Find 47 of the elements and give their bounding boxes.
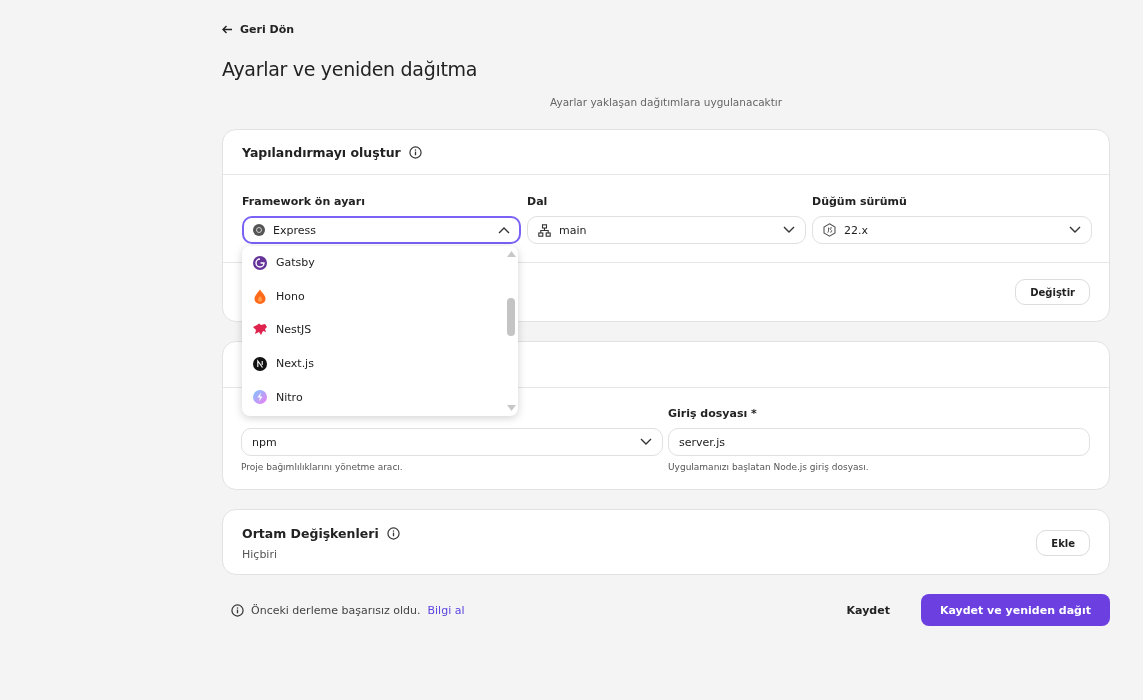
gatsby-logo-icon: [253, 255, 267, 270]
field-label: Düğüm sürümü: [812, 195, 908, 209]
field-label: Giriş dosyası *: [668, 407, 758, 421]
add-button[interactable]: Ekle: [1036, 530, 1090, 556]
change-button[interactable]: Değiştir: [1015, 279, 1090, 305]
save-deploy-button[interactable]: Kaydet ve yeniden dağıt: [920, 594, 1110, 626]
arrow-left-icon: [222, 25, 233, 34]
chevron-down-icon: [640, 438, 652, 446]
dropdown-option[interactable]: Next.js: [242, 346, 502, 381]
input-field[interactable]: server.js: [668, 428, 1090, 456]
cat-logo-icon: [252, 323, 268, 337]
status-message: Önceki derleme başarısız oldu.: [251, 603, 421, 617]
empty-value: Hiçbiri: [242, 547, 278, 561]
learn-more-link[interactable]: Bilgi al: [427, 603, 465, 617]
scroll-down-icon[interactable]: [507, 405, 516, 411]
dropdown-option[interactable]: Gatsby: [242, 246, 502, 280]
flame-icon: [254, 288, 266, 304]
scrollbar-thumb[interactable]: [507, 298, 515, 336]
chevron-down-icon: [1069, 226, 1081, 234]
chevron-down-icon: [783, 226, 795, 234]
n-logo-icon: [253, 356, 267, 371]
dropdown-option[interactable]: Hono: [242, 279, 502, 314]
select-field[interactable]: main: [527, 216, 806, 244]
select-field[interactable]: 22.x: [812, 216, 1092, 244]
field-label: Dal: [527, 195, 549, 209]
page-subtitle: Ayarlar yaklaşan dağıtımlara uygulanacaktır: [548, 96, 784, 108]
help-text: Uygulamanızı başlatan Node.js giriş dosyası.: [668, 462, 870, 472]
field-label: Framework ön ayarı: [242, 195, 366, 209]
scroll-up-icon[interactable]: [507, 251, 516, 257]
help-text: Proje bağımlılıklarını yönetme aracı.: [241, 462, 404, 472]
hexagon-js-icon: [823, 223, 836, 237]
info-icon: [408, 145, 422, 159]
info-icon: [231, 603, 244, 617]
card-title: Yapılandırmayı oluştur: [242, 144, 401, 160]
select-field[interactable]: npm: [241, 428, 663, 456]
hierarchy-icon: [538, 223, 551, 237]
info-icon: [386, 526, 400, 540]
page-title: Ayarlar ve yeniden dağıtma: [222, 58, 479, 80]
dropdown-option[interactable]: NestJS: [242, 313, 502, 347]
lightning-logo-icon: [253, 390, 267, 405]
card-title: Ortam Değişkenleri: [242, 525, 379, 541]
dropdown-option[interactable]: Nitro: [242, 380, 502, 414]
back-link[interactable]: Geri Dön: [222, 23, 295, 36]
select-field[interactable]: Express: [242, 216, 521, 244]
express-logo-icon: [253, 224, 265, 236]
chevron-up-icon: [498, 226, 510, 234]
save-button[interactable]: Kaydet: [833, 595, 903, 625]
